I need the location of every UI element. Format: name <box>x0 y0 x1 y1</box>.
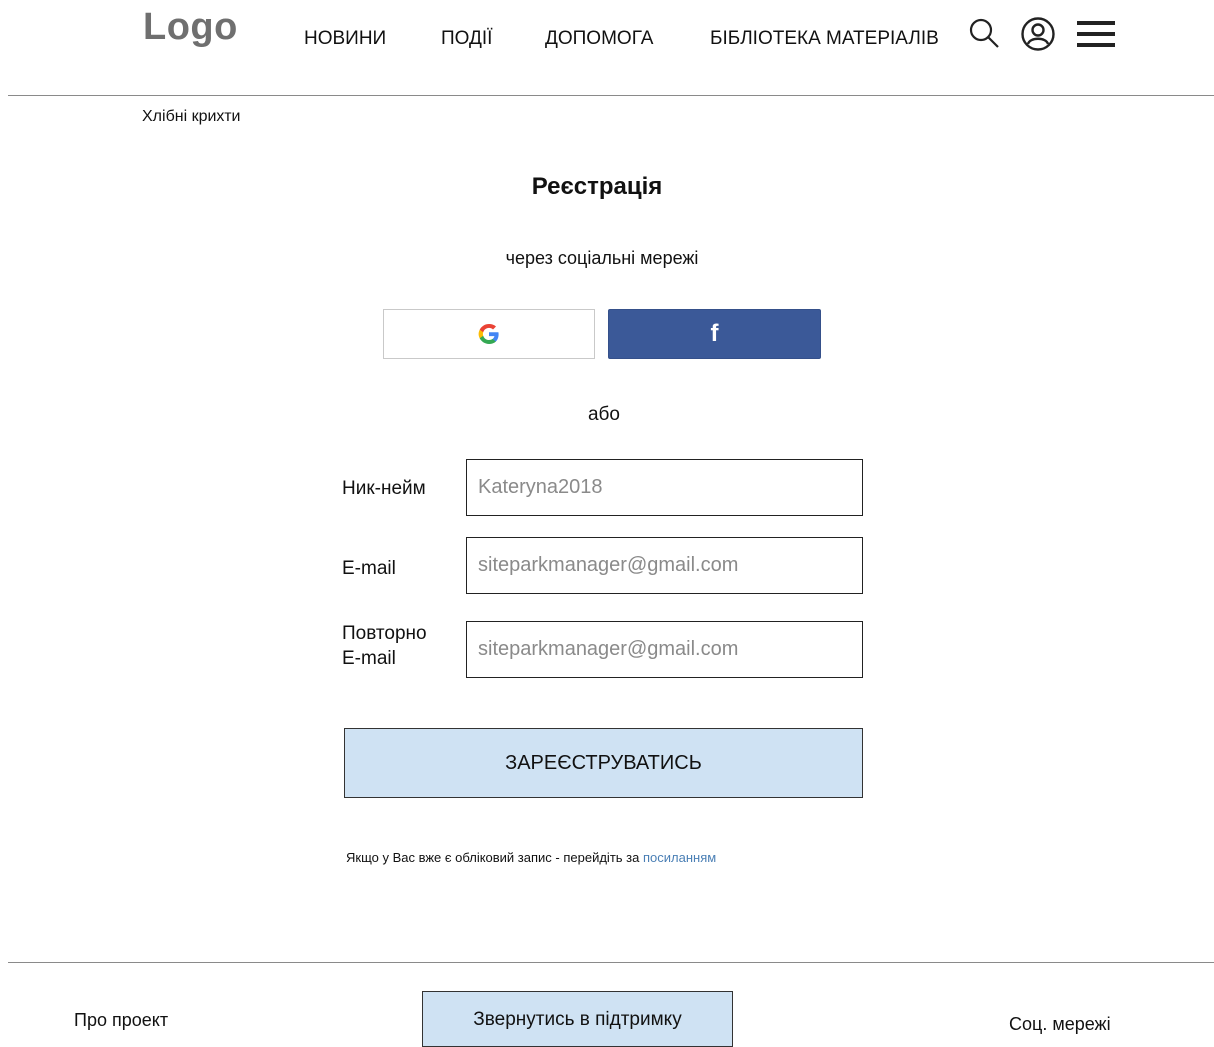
register-button[interactable]: ЗАРЕЄСТРУВАТИСЬ <box>344 728 863 798</box>
email-repeat-input[interactable] <box>466 621 863 678</box>
login-link[interactable]: посиланням <box>643 850 716 865</box>
nav-help[interactable]: ДОПОМОГА <box>545 28 653 50</box>
or-separator: або <box>587 404 621 425</box>
nav-library[interactable]: БІБЛІОТЕКА МАТЕРІАЛІВ <box>710 28 939 50</box>
social-subtitle: через соціальні мережі <box>505 248 699 268</box>
footer-social-link[interactable]: Соц. мережі <box>1009 1014 1111 1035</box>
nav-news[interactable]: НОВИНИ <box>304 28 386 50</box>
facebook-icon: f <box>710 320 719 347</box>
page-title: Реєстрація <box>531 173 663 200</box>
email-label: E-mail <box>342 558 396 579</box>
footer-divider <box>8 962 1214 963</box>
login-note: Якщо у Вас вже є обліковий запис - перей… <box>346 850 716 865</box>
support-button[interactable]: Звернутись в підтримку <box>422 991 733 1047</box>
breadcrumb[interactable]: Хлібні крихти <box>142 108 240 126</box>
nickname-label: Ник-нейм <box>342 478 426 499</box>
hamburger-menu-icon[interactable] <box>1077 20 1115 53</box>
google-icon <box>478 324 499 344</box>
email-input[interactable] <box>466 537 863 594</box>
facebook-signup-button[interactable]: f <box>608 309 821 359</box>
email-repeat-label-line2: E-mail <box>342 648 396 669</box>
email-repeat-label: Повторно E-mail <box>342 621 427 671</box>
login-note-text: Якщо у Вас вже є обліковий запис - перей… <box>346 850 640 865</box>
nickname-input[interactable] <box>466 459 863 516</box>
search-icon[interactable] <box>968 17 1002 56</box>
email-repeat-label-line1: Повторно <box>342 623 427 644</box>
logo[interactable]: Logo <box>143 6 238 49</box>
google-signup-button[interactable] <box>383 309 595 359</box>
user-account-icon[interactable] <box>1020 16 1056 57</box>
header-divider <box>8 95 1214 96</box>
footer-about-link[interactable]: Про проект <box>74 1010 168 1031</box>
nav-events[interactable]: ПОДІЇ <box>441 28 492 50</box>
